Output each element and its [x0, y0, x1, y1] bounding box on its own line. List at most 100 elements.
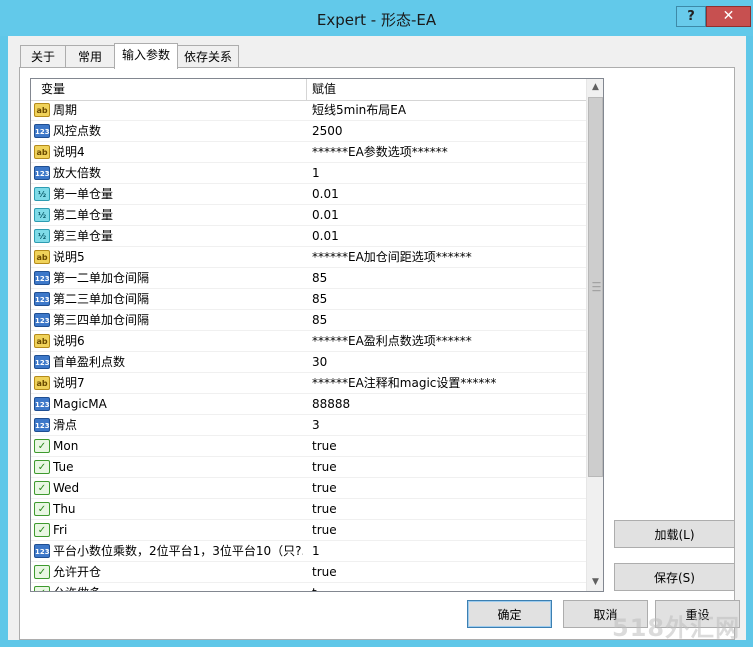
vertical-scrollbar[interactable]: ▲ — — — ▼	[586, 79, 603, 591]
parameter-name: Wed	[53, 481, 80, 495]
table-row[interactable]: ✓ Mon true	[31, 436, 586, 457]
parameter-name: 第三单仓量	[53, 229, 114, 243]
parameter-value[interactable]: true	[312, 436, 337, 457]
table-row[interactable]: ✓ 允许开仓 true	[31, 562, 586, 583]
parameter-value[interactable]: 3	[312, 415, 320, 436]
double-type-icon: ½	[34, 208, 50, 222]
parameter-name: 第二三单加仓间隔	[53, 292, 150, 306]
table-row[interactable]: ✓ Tue true	[31, 457, 586, 478]
boolean-type-icon: ✓	[34, 586, 50, 591]
tab-inputs[interactable]: 输入参数	[114, 43, 178, 69]
scrollbar-thumb[interactable]: — — —	[588, 97, 603, 477]
parameter-value[interactable]: ******EA盈利点数选项******	[312, 331, 472, 352]
table-row[interactable]: ½ 第二单仓量 0.01	[31, 205, 586, 226]
parameter-value[interactable]: t	[312, 583, 317, 591]
table-row[interactable]: ab 说明4 ******EA参数选项******	[31, 142, 586, 163]
string-type-icon: ab	[34, 103, 50, 117]
parameter-value[interactable]: true	[312, 457, 337, 478]
parameter-value[interactable]: 0.01	[312, 184, 339, 205]
integer-type-icon: 123	[34, 124, 50, 138]
parameter-value[interactable]: 2500	[312, 121, 343, 142]
column-header-value[interactable]: 赋值	[312, 79, 336, 100]
scroll-up-arrow-icon[interactable]: ▲	[587, 79, 603, 96]
parameter-value[interactable]: 85	[312, 310, 327, 331]
parameter-value[interactable]: 0.01	[312, 226, 339, 247]
save-button[interactable]: 保存(S)	[614, 563, 735, 591]
table-row[interactable]: 123 滑点 3	[31, 415, 586, 436]
string-type-icon: ab	[34, 376, 50, 390]
table-row[interactable]: ab 说明6 ******EA盈利点数选项******	[31, 331, 586, 352]
parameter-value[interactable]: true	[312, 562, 337, 583]
help-button[interactable]: ?	[676, 6, 706, 27]
double-type-icon: ½	[34, 187, 50, 201]
parameter-value[interactable]: 30	[312, 352, 327, 373]
parameter-value[interactable]: 88888	[312, 394, 350, 415]
parameter-name: 第一单仓量	[53, 187, 114, 201]
ok-button[interactable]: 确定	[467, 600, 552, 628]
table-row[interactable]: ✓ Thu true	[31, 499, 586, 520]
table-row[interactable]: 123 风控点数 2500	[31, 121, 586, 142]
table-row[interactable]: 123 第一二单加仓间隔 85	[31, 268, 586, 289]
column-divider[interactable]	[306, 79, 307, 100]
parameter-value[interactable]: 1	[312, 541, 320, 562]
parameter-value[interactable]: 0.01	[312, 205, 339, 226]
load-button[interactable]: 加载(L)	[614, 520, 735, 548]
table-row[interactable]: ✓允许做多 t	[31, 583, 586, 591]
dialog-client: 关于 常用 输入参数 依存关系 变量 赋值 ab 周期 短线5min布局EA 123 风…	[8, 36, 746, 640]
boolean-type-icon: ✓	[34, 439, 50, 453]
table-row[interactable]: 123 放大倍数 1	[31, 163, 586, 184]
table-row[interactable]: ½ 第三单仓量 0.01	[31, 226, 586, 247]
parameter-name: Fri	[53, 523, 68, 537]
boolean-type-icon: ✓	[34, 502, 50, 516]
list-header: 变量 赋值	[31, 79, 586, 101]
table-row[interactable]: ab 周期 短线5min布局EA	[31, 100, 586, 121]
parameters-list[interactable]: 变量 赋值 ab 周期 短线5min布局EA 123 风控点数 2500 ab 说明4 ****…	[30, 78, 604, 592]
table-row[interactable]: 123 首单盈利点数 30	[31, 352, 586, 373]
window-title: Expert - 形态-EA	[316, 11, 437, 29]
string-type-icon: ab	[34, 334, 50, 348]
table-row[interactable]: ½ 第一单仓量 0.01	[31, 184, 586, 205]
integer-type-icon: 123	[34, 397, 50, 411]
integer-type-icon: 123	[34, 166, 50, 180]
parameter-value[interactable]: true	[312, 499, 337, 520]
parameter-name: 说明5	[53, 250, 85, 264]
table-row[interactable]: ✓ Wed true	[31, 478, 586, 499]
parameter-value[interactable]: ******EA注释和magic设置******	[312, 373, 496, 394]
tab-about[interactable]: 关于	[20, 45, 66, 67]
parameter-value[interactable]: 85	[312, 268, 327, 289]
column-header-variable[interactable]: 变量	[41, 79, 65, 100]
parameter-value[interactable]: ******EA参数选项******	[312, 142, 448, 163]
double-type-icon: ½	[34, 229, 50, 243]
parameter-value[interactable]: 1	[312, 163, 320, 184]
parameter-name: Thu	[53, 502, 76, 516]
parameter-value[interactable]: ******EA加仓间距选项******	[312, 247, 472, 268]
parameter-name: 第一二单加仓间隔	[53, 271, 150, 285]
table-row[interactable]: ✓ Fri true	[31, 520, 586, 541]
scroll-down-arrow-icon[interactable]: ▼	[587, 574, 603, 591]
table-row[interactable]: 123 平台小数位乘数，2位平台1，3位平台10（只?.. 1	[31, 541, 586, 562]
parameter-name: 第二单仓量	[53, 208, 114, 222]
parameter-name: 允许开仓	[53, 565, 102, 579]
parameter-value[interactable]: 85	[312, 289, 327, 310]
parameter-value[interactable]: 短线5min布局EA	[312, 100, 406, 121]
parameter-value[interactable]: true	[312, 520, 337, 541]
tab-common[interactable]: 常用	[65, 45, 115, 67]
table-row[interactable]: ab 说明5 ******EA加仓间距选项******	[31, 247, 586, 268]
table-row[interactable]: 123 MagicMA 88888	[31, 394, 586, 415]
close-button[interactable]: ✕	[706, 6, 751, 27]
table-row[interactable]: 123 第二三单加仓间隔 85	[31, 289, 586, 310]
parameter-name: 放大倍数	[53, 166, 102, 180]
integer-type-icon: 123	[34, 292, 50, 306]
parameter-value[interactable]: true	[312, 478, 337, 499]
table-row[interactable]: 123 第三四单加仓间隔 85	[31, 310, 586, 331]
table-row[interactable]: ab 说明7 ******EA注释和magic设置******	[31, 373, 586, 394]
parameter-name: 说明7	[53, 376, 85, 390]
parameter-name: 说明4	[53, 145, 85, 159]
parameter-name: 周期	[53, 103, 78, 117]
integer-type-icon: 123	[34, 544, 50, 558]
parameter-name: 首单盈利点数	[53, 355, 126, 369]
tab-dependencies[interactable]: 依存关系	[177, 45, 239, 67]
boolean-type-icon: ✓	[34, 460, 50, 474]
parameter-name: 第三四单加仓间隔	[53, 313, 150, 327]
boolean-type-icon: ✓	[34, 565, 50, 579]
